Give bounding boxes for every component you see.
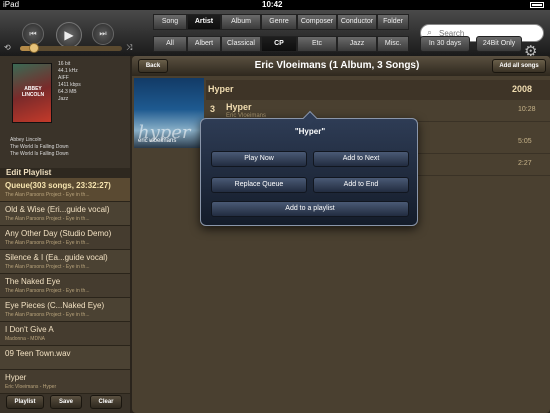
playlist-item-title: Old & Wise (Eri...guide vocal) bbox=[5, 205, 110, 214]
playlist-item-subtitle: The Alan Parsons Project - Eye in th... bbox=[5, 312, 90, 318]
play-now-button[interactable]: Play Now bbox=[211, 151, 307, 167]
file-format: AIFF bbox=[58, 75, 69, 81]
album-year: 2008 bbox=[512, 84, 533, 94]
album-art-title: eric vloeimans bbox=[138, 138, 177, 144]
progress-knob[interactable] bbox=[29, 43, 40, 53]
save-button[interactable]: Save bbox=[50, 395, 82, 409]
category-albert[interactable]: Albert bbox=[187, 36, 221, 52]
playlist-item-subtitle: Madonna - MDNA bbox=[5, 336, 46, 342]
clear-button[interactable]: Clear bbox=[90, 395, 122, 409]
category-etc[interactable]: Etc bbox=[297, 36, 337, 52]
category-jazz[interactable]: Jazz bbox=[337, 36, 377, 52]
left-panel: ABBEY LINCOLN 16 bit 44.1 kHz AIFF 1411 … bbox=[0, 56, 130, 413]
playlist-item[interactable]: The Naked Eye The Alan Parsons Project -… bbox=[0, 274, 130, 298]
next-track-button[interactable]: ⏭ bbox=[92, 23, 114, 45]
filter-composer[interactable]: Composer bbox=[297, 14, 337, 30]
bitrate: 1411 kbps bbox=[58, 82, 81, 88]
track-number: 3 bbox=[210, 104, 216, 114]
repeat-icon[interactable]: ⟲ bbox=[4, 43, 11, 52]
playlist-item-title: Queue(303 songs, 23:32:27) bbox=[5, 181, 111, 190]
playlist-item[interactable]: Old & Wise (Eri...guide vocal) The Alan … bbox=[0, 202, 130, 226]
now-playing-track: The World Is Falling Down bbox=[10, 144, 69, 150]
album-row[interactable]: Hyper 2008 bbox=[206, 80, 550, 100]
now-playing-album: The World Is Falling Down bbox=[10, 151, 69, 157]
playlist-item-subtitle: The Alan Parsons Project - Eye in th... bbox=[5, 192, 90, 198]
filter-song[interactable]: Song bbox=[153, 14, 187, 30]
shuffle-icon[interactable]: ⤨ bbox=[126, 43, 132, 53]
previous-track-button[interactable]: ⏮ bbox=[22, 23, 44, 45]
category-classical[interactable]: Classical bbox=[221, 36, 261, 52]
bit-depth: 16 bit bbox=[58, 61, 71, 67]
playlist-item-title: The Naked Eye bbox=[5, 277, 61, 286]
playlist-item-title: I Don't Give A bbox=[5, 325, 54, 334]
filter-album[interactable]: Album bbox=[221, 14, 261, 30]
album-name: Hyper bbox=[208, 84, 234, 94]
file-info: 16 bit 44.1 kHz AIFF 1411 kbps 64.3 MB J… bbox=[58, 61, 128, 103]
playlist-item[interactable]: Eye Pieces (C...Naked Eye) The Alan Pars… bbox=[0, 298, 130, 322]
track-duration: 10:28 bbox=[518, 106, 536, 113]
artist-detail-panel: Back Eric Vloeimans (1 Album, 3 Songs) A… bbox=[132, 56, 550, 413]
sample-rate: 44.1 kHz bbox=[58, 68, 78, 74]
now-playing-cover[interactable]: ABBEY LINCOLN bbox=[12, 63, 52, 123]
add-all-songs-button[interactable]: Add all songs bbox=[492, 59, 546, 73]
filter-conductor[interactable]: Conductor bbox=[337, 14, 377, 30]
genre: Jazz bbox=[58, 96, 69, 102]
album-art[interactable]: hyper eric vloeimans bbox=[134, 78, 204, 148]
file-size: 64.3 MB bbox=[58, 89, 77, 95]
panel-header: Back Eric Vloeimans (1 Album, 3 Songs) A… bbox=[132, 56, 550, 76]
24bit-only-button[interactable]: 24Bit Only bbox=[476, 36, 522, 52]
category-all[interactable]: All bbox=[153, 36, 187, 52]
filter-genre[interactable]: Genre bbox=[261, 14, 297, 30]
cover-text: ABBEY LINCOLN bbox=[21, 86, 45, 98]
playlist-item-subtitle: The Alan Parsons Project - Eye in th... bbox=[5, 264, 90, 270]
playlist-item-subtitle: The Alan Parsons Project - Eye in th... bbox=[5, 240, 90, 246]
playlist-item-subtitle: The Alan Parsons Project - Eye in th... bbox=[5, 288, 90, 294]
add-to-end-button[interactable]: Add to End bbox=[313, 177, 409, 193]
playlist-item-subtitle: The Alan Parsons Project - Eye in th... bbox=[5, 216, 90, 222]
filter-artist[interactable]: Artist bbox=[187, 14, 221, 30]
track-duration: 2:27 bbox=[518, 160, 532, 167]
playlist-item[interactable]: Queue(303 songs, 23:32:27) The Alan Pars… bbox=[0, 178, 130, 202]
playlist-item-title: 09 Teen Town.wav bbox=[5, 349, 71, 358]
back-button[interactable]: Back bbox=[138, 59, 168, 73]
now-playing-artist: Abbey Lincoln bbox=[10, 137, 42, 143]
playback-progress-slider[interactable] bbox=[20, 43, 122, 53]
filter-folder[interactable]: Folder bbox=[377, 14, 409, 30]
playlist-item-title: Eye Pieces (C...Naked Eye) bbox=[5, 301, 105, 310]
track-duration: 5:05 bbox=[518, 138, 532, 145]
clock: 10:42 bbox=[262, 0, 283, 9]
playlist-button[interactable]: Playlist bbox=[6, 395, 44, 409]
track-action-popover: "Hyper" Play Now Add to Next Replace Que… bbox=[200, 110, 418, 226]
playlist-item[interactable]: Any Other Day (Studio Demo) The Alan Par… bbox=[0, 226, 130, 250]
playlist-item[interactable]: Hyper Eric Vloeimans - Hyper bbox=[0, 370, 130, 394]
popover-title: "Hyper" bbox=[294, 127, 326, 136]
edit-playlist-header[interactable]: Edit Playlist bbox=[0, 168, 130, 178]
add-to-next-button[interactable]: Add to Next bbox=[313, 151, 409, 167]
carrier-label: iPad bbox=[3, 0, 20, 9]
top-toolbar: ⏮ ▶ ⏭ ⟲ ⤨ Song Artist Album Genre Compos… bbox=[0, 10, 550, 60]
playlist-item-title: Hyper bbox=[5, 373, 27, 382]
page-title: Eric Vloeimans (1 Album, 3 Songs) bbox=[254, 60, 420, 71]
now-playing-info: Abbey Lincoln The World Is Falling Down … bbox=[10, 137, 128, 158]
add-to-playlist-button[interactable]: Add to a playlist bbox=[211, 201, 409, 217]
track-name: Hyper bbox=[226, 102, 252, 112]
playlist-item[interactable]: Silence & I (Ea...guide vocal) The Alan … bbox=[0, 250, 130, 274]
playlist-item-subtitle: Eric Vloeimans - Hyper bbox=[5, 384, 57, 390]
category-misc[interactable]: Misc. bbox=[377, 36, 409, 52]
play-button[interactable]: ▶ bbox=[56, 22, 82, 48]
playlist-item-title: Any Other Day (Studio Demo) bbox=[5, 229, 112, 238]
playlist-item-title: Silence & I (Ea...guide vocal) bbox=[5, 253, 108, 262]
in-30-days-button[interactable]: In 30 days bbox=[420, 36, 470, 52]
category-cp[interactable]: CP bbox=[261, 36, 297, 52]
status-bar: iPad 10:42 bbox=[0, 0, 550, 10]
replace-queue-button[interactable]: Replace Queue bbox=[211, 177, 307, 193]
playlist-item[interactable]: I Don't Give A Madonna - MDNA bbox=[0, 322, 130, 346]
playlist-item[interactable]: 09 Teen Town.wav bbox=[0, 346, 130, 370]
battery-icon bbox=[530, 2, 544, 8]
